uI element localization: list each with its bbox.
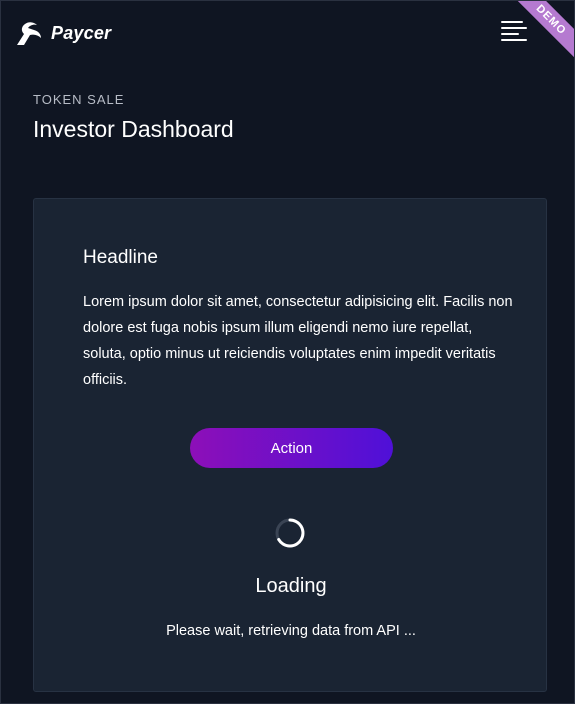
action-button[interactable]: Action [190, 428, 393, 468]
hamburger-menu-icon[interactable] [501, 19, 527, 41]
card-headline: Headline [83, 247, 158, 268]
loading-message: Please wait, retrieving data from API ..… [166, 623, 416, 639]
card-body-text: Lorem ipsum dolor sit amet, consectetur … [83, 294, 513, 388]
section-eyebrow: TOKEN SALE [33, 92, 125, 107]
brand-logo[interactable]: Paycer [15, 20, 111, 47]
paycer-logo-icon [17, 22, 41, 45]
info-card: Headline Lorem ipsum dolor sit amet, con… [33, 198, 547, 692]
loading-spinner-icon [275, 518, 305, 548]
loading-title: Loading [255, 575, 327, 597]
app-frame: Paycer DEMO TOKEN SALE Investor Dashboar… [0, 0, 575, 704]
page-title: Investor Dashboard [33, 116, 234, 142]
top-header: Paycer DEMO [1, 1, 574, 71]
brand-name: Paycer [51, 23, 112, 43]
